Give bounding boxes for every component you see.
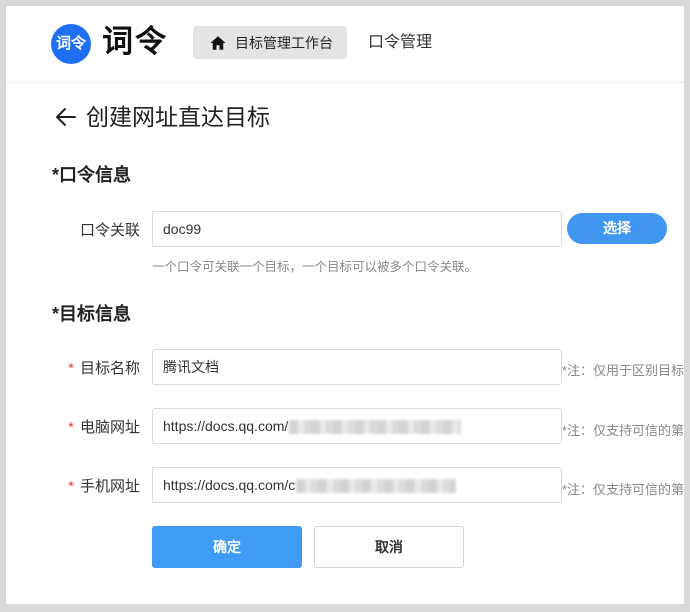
redacted-url-blur bbox=[296, 479, 457, 494]
logo-wordmark[interactable]: 词令 bbox=[102, 22, 168, 62]
pc-url-label: * 电脑网址 bbox=[68, 419, 140, 436]
mobile-url-value: https://docs.qq.com/c bbox=[163, 477, 296, 493]
pc-url-note: *注：仅支持可信的第 bbox=[562, 423, 684, 438]
nav-target-workbench-label: 目标管理工作台 bbox=[235, 34, 333, 51]
mobile-url-input[interactable]: https://docs.qq.com/c bbox=[152, 467, 562, 503]
logo-badge[interactable]: 词令 bbox=[51, 24, 91, 64]
section-title-keyword: *口令信息 bbox=[52, 165, 132, 185]
arrow-left-icon[interactable] bbox=[54, 105, 78, 129]
pc-url-value: https://docs.qq.com/ bbox=[163, 418, 289, 434]
top-header: 词令 词令 目标管理工作台 口令管理 bbox=[6, 6, 684, 83]
target-name-note: *注：仅用于区别目标 bbox=[562, 363, 684, 378]
required-mark: * bbox=[68, 360, 74, 377]
nav-keyword-management[interactable]: 口令管理 bbox=[368, 26, 432, 59]
select-keyword-button[interactable]: 选择 bbox=[567, 213, 667, 244]
home-icon bbox=[210, 35, 226, 50]
app-window: 词令 词令 目标管理工作台 口令管理 创建网址直达目标 *口令信息 口令关联 d… bbox=[6, 6, 684, 604]
keyword-input[interactable]: doc99 bbox=[152, 211, 562, 247]
cancel-button[interactable]: 取消 bbox=[314, 526, 464, 568]
required-mark: * bbox=[68, 478, 74, 495]
target-name-label: * 目标名称 bbox=[68, 360, 140, 377]
confirm-button[interactable]: 确定 bbox=[152, 526, 302, 568]
pc-url-input[interactable]: https://docs.qq.com/ bbox=[152, 408, 562, 444]
redacted-url-blur bbox=[289, 420, 462, 435]
nav-target-workbench[interactable]: 目标管理工作台 bbox=[193, 26, 347, 59]
section-title-target: *目标信息 bbox=[52, 304, 132, 324]
mobile-url-label: * 手机网址 bbox=[68, 478, 140, 495]
keyword-label: 口令关联 bbox=[79, 222, 140, 239]
keyword-hint: 一个口令可关联一个目标，一个目标可以被多个口令关联。 bbox=[152, 260, 478, 274]
page-title: 创建网址直达目标 bbox=[86, 104, 270, 130]
target-name-input[interactable]: 腾讯文档 bbox=[152, 349, 562, 385]
required-mark: * bbox=[68, 419, 74, 436]
mobile-url-note: *注：仅支持可信的第 bbox=[562, 482, 684, 497]
